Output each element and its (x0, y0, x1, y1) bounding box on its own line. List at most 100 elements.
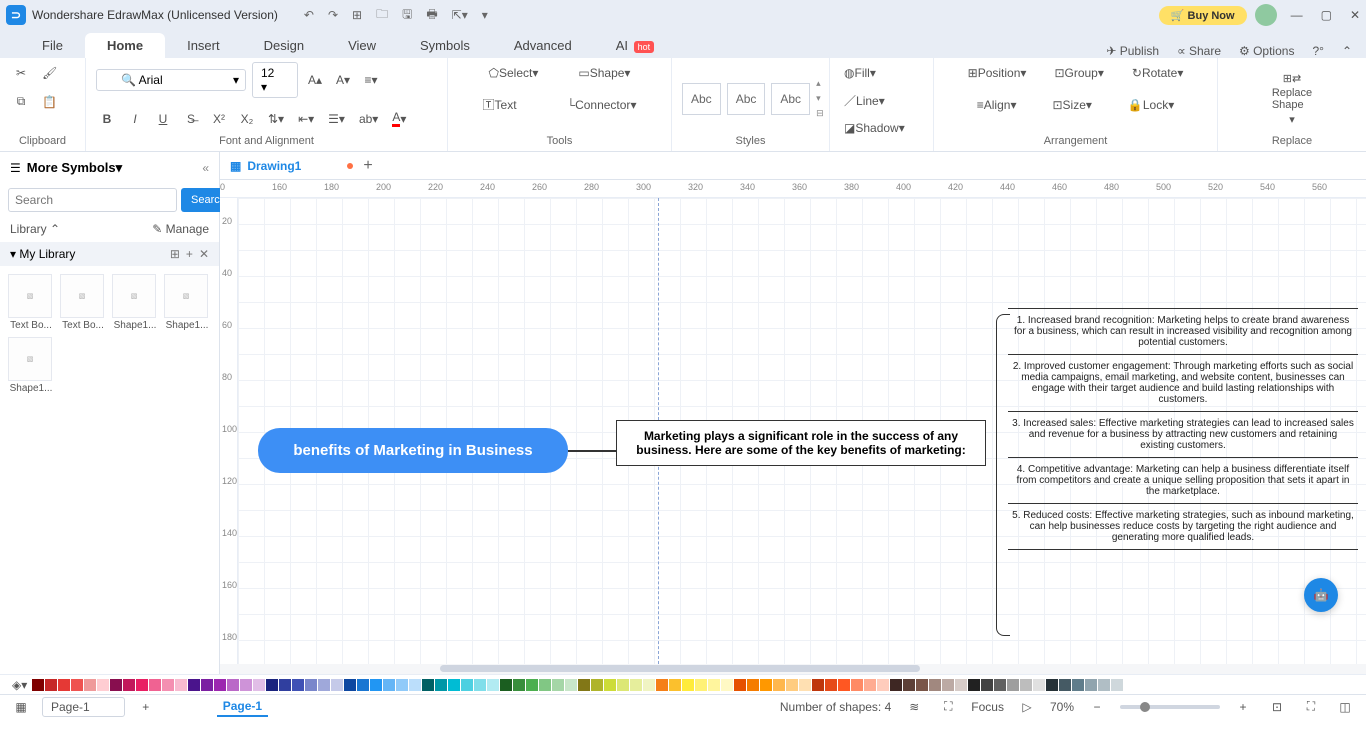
color-swatch[interactable] (617, 679, 629, 691)
lib-add-icon[interactable]: + (186, 247, 193, 261)
color-swatch[interactable] (630, 679, 642, 691)
color-swatch[interactable] (344, 679, 356, 691)
decrease-font-icon[interactable]: A▾ (332, 69, 354, 91)
color-swatch[interactable] (721, 679, 733, 691)
cut-icon[interactable]: ✂ (10, 62, 32, 84)
page-tab[interactable]: Page-1 (217, 697, 268, 717)
copy-icon[interactable]: ⧉ (10, 90, 32, 113)
color-swatch[interactable] (1033, 679, 1045, 691)
italic-icon[interactable]: I (124, 108, 146, 130)
highlight-icon[interactable]: ab▾ (355, 108, 382, 130)
tab-symbols[interactable]: Symbols (398, 33, 492, 58)
zoom-out-icon[interactable]: − (1086, 696, 1108, 718)
paste-icon[interactable]: 📋 (38, 91, 61, 113)
save-icon[interactable]: 🖫 (402, 5, 412, 26)
manage-button[interactable]: ✎ Manage (152, 222, 209, 236)
benefit-item[interactable]: 1. Increased brand recognition: Marketin… (1008, 308, 1358, 354)
color-swatch[interactable] (162, 679, 174, 691)
align-button[interactable]: ≡ Align▾ (973, 94, 1021, 116)
color-swatch[interactable] (1072, 679, 1084, 691)
tab-design[interactable]: Design (242, 33, 326, 58)
line-spacing-icon[interactable]: ⇅▾ (264, 108, 288, 130)
color-swatch[interactable] (110, 679, 122, 691)
color-swatch[interactable] (32, 679, 44, 691)
more-icon[interactable]: ▾ (482, 8, 488, 22)
share-button[interactable]: ∝ Share (1177, 44, 1221, 58)
color-swatch[interactable] (266, 679, 278, 691)
color-swatch[interactable] (1098, 679, 1110, 691)
export-icon[interactable]: ⇱▾ (452, 8, 468, 22)
ai-assistant-button[interactable]: 🤖 (1304, 578, 1338, 612)
library-shape[interactable]: ▧Text Bo... (8, 274, 54, 331)
color-swatch[interactable] (279, 679, 291, 691)
presentation-icon[interactable]: ▷ (1016, 696, 1038, 718)
close-icon[interactable]: ✕ (1350, 8, 1360, 22)
color-swatch[interactable] (292, 679, 304, 691)
underline-icon[interactable]: U (152, 108, 174, 130)
color-swatch[interactable] (643, 679, 655, 691)
color-swatch[interactable] (734, 679, 746, 691)
shadow-button[interactable]: ◪ Shadow▾ (840, 117, 909, 139)
library-shape[interactable]: ▧Text Bo... (60, 274, 106, 331)
color-swatch[interactable] (838, 679, 850, 691)
options-button[interactable]: ⚙ Options (1239, 44, 1294, 58)
panel-toggle-icon[interactable]: ◫ (1334, 696, 1356, 718)
subscript-icon[interactable]: X₂ (236, 108, 258, 130)
tab-insert[interactable]: Insert (165, 33, 242, 58)
color-swatch[interactable] (422, 679, 434, 691)
color-swatch[interactable] (708, 679, 720, 691)
shape-tool[interactable]: ▭ Shape ▾ (574, 62, 634, 84)
format-painter-icon[interactable]: 🖌 (38, 62, 61, 84)
page-grid-icon[interactable]: ▦ (10, 696, 32, 718)
add-page-icon[interactable]: + (135, 696, 157, 718)
color-swatch[interactable] (539, 679, 551, 691)
search-input[interactable] (8, 188, 177, 212)
color-swatch[interactable] (877, 679, 889, 691)
redo-icon[interactable]: ↷ (328, 8, 338, 22)
color-swatch[interactable] (591, 679, 603, 691)
focus-mode-icon[interactable]: ⛶ (937, 695, 959, 718)
tab-file[interactable]: File (20, 33, 85, 58)
color-swatch[interactable] (45, 679, 57, 691)
color-swatch[interactable] (383, 679, 395, 691)
color-swatch[interactable] (1007, 679, 1019, 691)
color-swatch[interactable] (149, 679, 161, 691)
fill-button[interactable]: ◍ Fill▾ (840, 62, 880, 84)
color-swatch[interactable] (903, 679, 915, 691)
align-menu-icon[interactable]: ≡▾ (360, 69, 382, 91)
color-swatch[interactable] (396, 679, 408, 691)
color-swatch[interactable] (578, 679, 590, 691)
size-button[interactable]: ⊡ Size▾ (1048, 94, 1095, 116)
library-shape[interactable]: ▧Shape1... (112, 274, 158, 331)
library-shape[interactable]: ▧Shape1... (164, 274, 210, 331)
font-size-select[interactable]: 12 ▾ (252, 62, 298, 98)
line-button[interactable]: ／ Line▾ (840, 88, 889, 113)
superscript-icon[interactable]: X² (208, 108, 230, 130)
color-swatch[interactable] (500, 679, 512, 691)
connector[interactable] (568, 450, 616, 452)
rotate-button[interactable]: ↻ Rotate▾ (1128, 62, 1187, 84)
color-swatch[interactable] (1085, 679, 1097, 691)
color-swatch[interactable] (409, 679, 421, 691)
color-swatch[interactable] (136, 679, 148, 691)
color-swatch[interactable] (357, 679, 369, 691)
tab-home[interactable]: Home (85, 33, 165, 58)
publish-button[interactable]: ✈ Publish (1106, 44, 1159, 58)
color-swatch[interactable] (253, 679, 265, 691)
color-swatch[interactable] (604, 679, 616, 691)
color-swatch[interactable] (461, 679, 473, 691)
document-tab[interactable]: ▦ Drawing1 (230, 159, 353, 173)
my-library-toggle[interactable]: ▾ My Library (10, 247, 75, 261)
color-swatch[interactable] (565, 679, 577, 691)
library-dropdown[interactable]: Library ⌃ (10, 222, 60, 236)
color-swatch[interactable] (84, 679, 96, 691)
tab-ai[interactable]: AI hot (594, 33, 676, 58)
minimize-icon[interactable]: — (1291, 8, 1303, 22)
undo-icon[interactable]: ↶ (304, 8, 314, 22)
fit-page-icon[interactable]: ⊡ (1266, 696, 1288, 718)
list-icon[interactable]: ☰▾ (324, 108, 349, 130)
color-swatch[interactable] (318, 679, 330, 691)
color-swatch[interactable] (968, 679, 980, 691)
color-swatch[interactable] (552, 679, 564, 691)
color-swatch[interactable] (669, 679, 681, 691)
